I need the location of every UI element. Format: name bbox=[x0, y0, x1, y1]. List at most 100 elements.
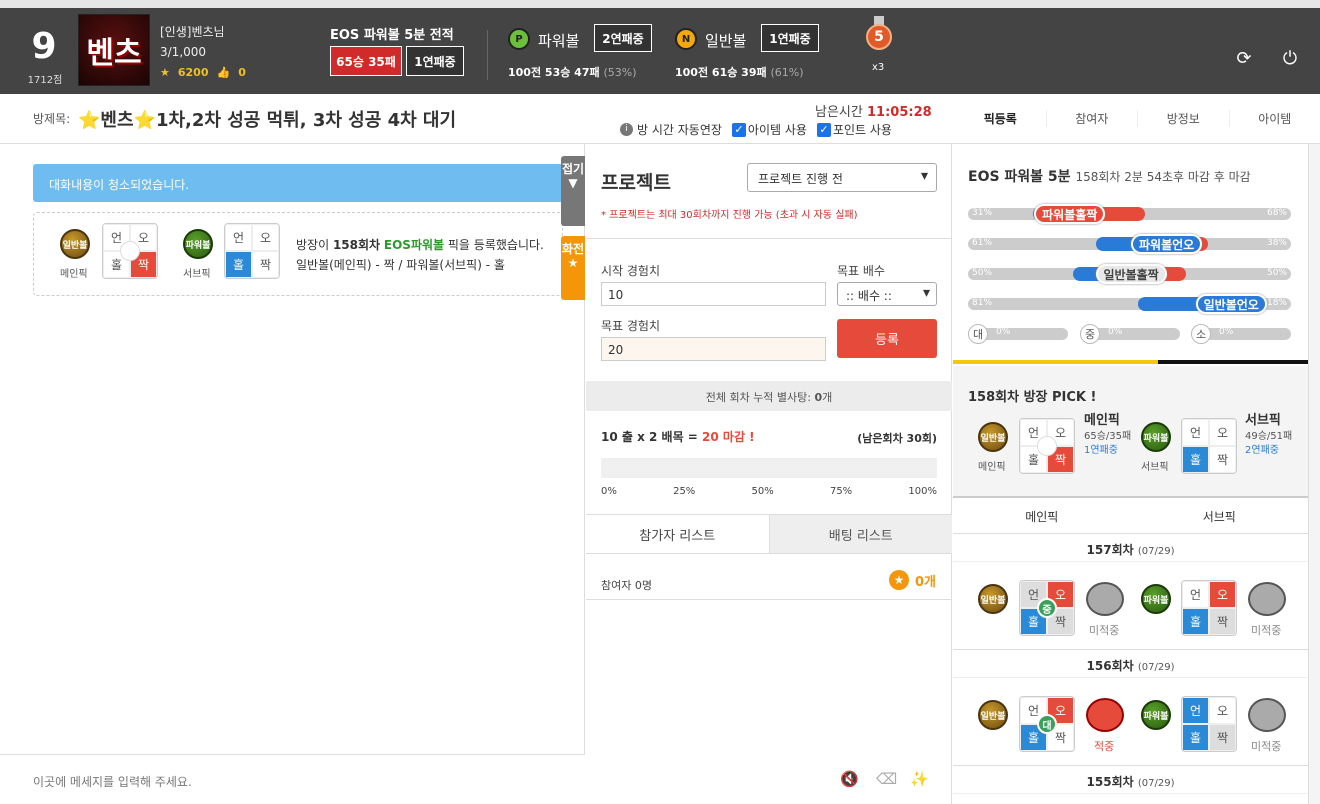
item-use-label: 아이템 사용 bbox=[747, 123, 807, 137]
round-number: 155회차 bbox=[1086, 775, 1134, 789]
target-mult-select[interactable]: :: 배수 :: bbox=[837, 282, 937, 306]
history-main-label: 메인픽 bbox=[1025, 510, 1059, 524]
user-level: 9 bbox=[31, 26, 57, 67]
cell-over: 오 bbox=[1209, 697, 1236, 724]
normalball-ball-icon: N bbox=[675, 28, 697, 50]
target-exp-input[interactable]: 20 bbox=[601, 337, 826, 361]
result-big-badge: 대 bbox=[1037, 714, 1057, 734]
register-button[interactable]: 등록 bbox=[837, 319, 937, 358]
total-bar-unit: 개 bbox=[822, 391, 833, 404]
divider bbox=[487, 30, 488, 80]
stat-left-pct: 61% bbox=[972, 238, 993, 248]
stat-left-pct: 81% bbox=[972, 298, 993, 308]
power-icon[interactable]: ⏻ bbox=[1280, 48, 1300, 69]
normalball-stat: 100전 61승 39패 (61%) bbox=[675, 64, 804, 80]
chat-input[interactable]: 이곳에 메세지를 입력해 주세요. bbox=[33, 773, 192, 790]
round-date: (07/29) bbox=[1137, 662, 1175, 673]
result-mid-badge: 중 bbox=[1037, 598, 1057, 618]
main-pick-record: 65승/35패 bbox=[1084, 431, 1132, 442]
round-date: (07/29) bbox=[1137, 546, 1175, 557]
total-stars-bar: 전체 회차 누적 별사탕: 0개 bbox=[586, 381, 952, 411]
stats-title: EOS 파워볼 5분 158회차 2분 54초후 마감 후 마감 bbox=[968, 166, 1251, 186]
start-exp-label: 시작 경험치 bbox=[601, 264, 661, 278]
tab-items[interactable]: 아이템 bbox=[1230, 110, 1320, 127]
stat-left-pct: 31% bbox=[972, 208, 993, 218]
scrollbar[interactable] bbox=[1308, 144, 1320, 804]
history-sub-grid: 언오 홀짝 bbox=[1181, 696, 1237, 752]
history-sub-label: 서브픽 bbox=[1202, 510, 1236, 524]
stats-panel: EOS 파워볼 5분 158회차 2분 54초후 마감 후 마감 31% 68% 파… bbox=[953, 144, 1308, 804]
stat-row: 50% 50% 일반볼홀짝 bbox=[968, 264, 1291, 284]
msg-prefix: 방장이 bbox=[296, 238, 333, 252]
tab-pick-register[interactable]: 픽등록 bbox=[955, 110, 1047, 127]
history-sub-grid: 언오 홀짝 bbox=[1181, 580, 1237, 636]
sub-pick-record: 49승/51패 bbox=[1245, 431, 1293, 442]
msg-line2: 일반볼(메인픽) - 짝 / 파워볼(서브픽) - 홀 bbox=[296, 258, 505, 272]
main-pick-streak: 1연패중 bbox=[1084, 445, 1118, 456]
powerball-label: 파워볼 bbox=[538, 32, 580, 50]
center-dot bbox=[1037, 436, 1057, 456]
powerball-stat-text: 100전 53승 47패 bbox=[508, 66, 600, 79]
like-count: 0 bbox=[238, 66, 246, 79]
calc-b: 20 마감 ! bbox=[702, 430, 755, 444]
normalball-label: 일반볼 bbox=[705, 32, 747, 50]
powerball-icon: 파워볼 bbox=[183, 229, 213, 259]
stripe-yellow bbox=[953, 360, 1158, 364]
point-use-checkbox[interactable]: ✓ bbox=[816, 122, 831, 137]
normalball-streak: 1연패중 bbox=[761, 24, 819, 52]
stat-row: 31% 68% 파워볼홀짝 bbox=[968, 204, 1291, 224]
round-157-row: 일반볼 언오 홀짝 중 미적중 파워볼 언오 홀짝 미적중 bbox=[953, 562, 1308, 650]
stat-right-pct: 68% bbox=[1266, 208, 1287, 218]
chevron-down-icon: ▼ bbox=[568, 176, 578, 190]
swap-button[interactable]: 화전 ★ bbox=[561, 236, 585, 300]
target-mult-label: 목표 배수 bbox=[837, 264, 885, 278]
star-count-badge: ★ 0개 bbox=[888, 570, 936, 590]
stat-row: 81% 18% 일반볼언오 bbox=[968, 294, 1291, 314]
tick: 0% bbox=[601, 486, 617, 497]
center-dot bbox=[120, 241, 140, 261]
main-pick-title: 메인픽 bbox=[1084, 413, 1120, 428]
project-title: 프로젝트 bbox=[601, 172, 671, 194]
powerball-icon: 파워볼 bbox=[1141, 422, 1171, 452]
cell-odd: 홀 bbox=[1182, 608, 1209, 635]
cell-under: 언 bbox=[1182, 419, 1209, 446]
powerball-icon: 파워볼 bbox=[1141, 700, 1171, 730]
auto-extend-label: 방 시간 자동연장 bbox=[637, 123, 722, 137]
user-stats: ★ 6200 👍 0 bbox=[160, 66, 254, 79]
cell-even: 짝 bbox=[1209, 446, 1236, 473]
tab-bet-list[interactable]: 배팅 리스트 bbox=[769, 515, 952, 553]
sub-pick-streak: 2연패중 bbox=[1245, 445, 1279, 456]
project-status-select[interactable]: 프로젝트 진행 전 bbox=[747, 163, 937, 192]
powerball-icon: 파워볼 bbox=[1141, 584, 1171, 614]
stat-label: 파워볼언오 bbox=[1131, 234, 1203, 254]
size-big-pct: 0% bbox=[996, 327, 1011, 337]
pick-header: 158회차 방장 PICK ! bbox=[968, 390, 1097, 405]
item-use-checkbox[interactable]: ✓ bbox=[731, 122, 746, 137]
project-calc: 10 출 x 2 배목 = 20 마감 ! bbox=[601, 428, 755, 445]
size-small-pct: 0% bbox=[1219, 327, 1234, 337]
stat-right-pct: 50% bbox=[1266, 268, 1287, 278]
refresh-icon[interactable]: ⟳ bbox=[1234, 48, 1254, 69]
round-number: 157회차 bbox=[1086, 543, 1134, 557]
monster-icon bbox=[1086, 582, 1124, 616]
start-exp-input[interactable]: 10 bbox=[601, 282, 826, 306]
room-options: i 방 시간 자동연장 ✓ 아이템 사용 ✓ 포인트 사용 bbox=[620, 121, 892, 138]
result-hit: 적중 bbox=[1094, 740, 1115, 753]
round-156-row: 일반볼 언오 홀짝 대 적중 파워볼 언오 홀짝 미적중 bbox=[953, 678, 1308, 766]
tab-participants[interactable]: 참여자 bbox=[1047, 110, 1138, 127]
cell-under: 언 bbox=[225, 224, 252, 251]
target-exp-label: 목표 경험치 bbox=[601, 319, 661, 333]
project-panel: 프로젝트 프로젝트 진행 전 * 프로젝트는 최대 30회차까지 진행 가능 (… bbox=[586, 144, 952, 804]
tab-participant-list[interactable]: 참가자 리스트 bbox=[586, 515, 770, 553]
size-mid-icon: 중 bbox=[1080, 324, 1100, 344]
fold-button[interactable]: 접기 ▼ bbox=[561, 156, 585, 226]
info-icon: i bbox=[620, 123, 633, 136]
round-number: 156회차 bbox=[1086, 659, 1134, 673]
tab-room-info[interactable]: 방정보 bbox=[1138, 110, 1230, 127]
stats-title-text: EOS 파워볼 5분 bbox=[968, 169, 1071, 185]
divider bbox=[586, 599, 952, 600]
result-miss: 미적중 bbox=[1251, 624, 1282, 637]
cell-under: 언 bbox=[1182, 581, 1209, 608]
chat-notice: 대화내용이 청소되었습니다. bbox=[33, 164, 563, 202]
star-count: 0개 bbox=[914, 574, 936, 590]
